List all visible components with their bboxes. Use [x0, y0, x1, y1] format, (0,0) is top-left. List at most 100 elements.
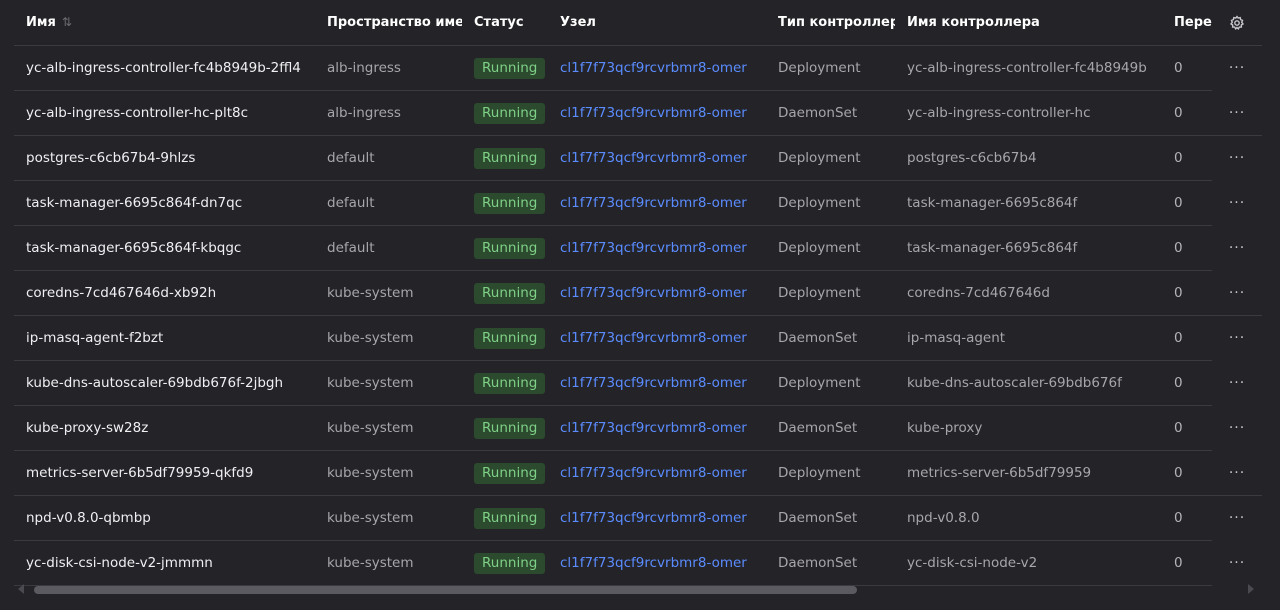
cell-restarts: 0: [1162, 540, 1212, 586]
cell-controller-name: ip-masq-agent: [895, 315, 1162, 361]
cell-controller-name: kube-proxy: [895, 405, 1162, 451]
table-header-row: Имя ⇅ Пространство имен Статус Узел Тип к…: [14, 0, 1212, 46]
cell-node[interactable]: cl1f7f73qcf9rcvrbmr8-omer: [548, 540, 766, 586]
cell-status: Running: [462, 180, 548, 226]
cell-node[interactable]: cl1f7f73qcf9rcvrbmr8-omer: [548, 315, 766, 361]
column-header-name-label: Имя: [26, 15, 56, 30]
more-horizontal-icon[interactable]: ···: [1212, 496, 1262, 541]
status-badge: Running: [474, 327, 546, 349]
cell-name: kube-proxy-sw28z: [14, 405, 315, 451]
status-badge: Running: [474, 462, 546, 484]
column-header-status[interactable]: Статус: [462, 0, 548, 46]
more-horizontal-icon[interactable]: ···: [1212, 181, 1262, 226]
status-badge: Running: [474, 417, 546, 439]
status-badge: Running: [474, 507, 546, 529]
cell-node[interactable]: cl1f7f73qcf9rcvrbmr8-omer: [548, 180, 766, 226]
column-header-status-label: Статус: [474, 15, 524, 30]
status-badge: Running: [474, 372, 546, 394]
cell-node[interactable]: cl1f7f73qcf9rcvrbmr8-omer: [548, 405, 766, 451]
table-row[interactable]: kube-dns-autoscaler-69bdb676f-2jbgh kube-…: [14, 360, 1212, 406]
cell-restarts: 0: [1162, 360, 1212, 406]
status-badge: Running: [474, 237, 546, 259]
cell-node[interactable]: cl1f7f73qcf9rcvrbmr8-omer: [548, 360, 766, 406]
more-horizontal-icon[interactable]: ···: [1212, 136, 1262, 181]
cell-node[interactable]: cl1f7f73qcf9rcvrbmr8-omer: [548, 495, 766, 541]
table-row[interactable]: ip-masq-agent-f2bzt kube-system Running cl1…: [14, 315, 1212, 361]
table-row[interactable]: postgres-c6cb67b4-9hlzs default Running cl1…: [14, 135, 1212, 181]
table-row[interactable]: metrics-server-6b5df79959-qkfd9 kube-syst…: [14, 450, 1212, 496]
cell-controller-type: DaemonSet: [766, 540, 895, 586]
horizontal-scrollbar[interactable]: [14, 580, 1262, 600]
table-row[interactable]: task-manager-6695c864f-kbqgc default Runni…: [14, 225, 1212, 271]
scrollbar-thumb[interactable]: [34, 586, 857, 594]
cell-controller-name: task-manager-6695c864f: [895, 180, 1162, 226]
more-horizontal-icon[interactable]: ···: [1212, 451, 1262, 496]
cell-name: yc-alb-ingress-controller-fc4b8949b-2ffl…: [14, 45, 315, 91]
cell-status: Running: [462, 540, 548, 586]
pods-table: Имя ⇅ Пространство имен Статус Узел Тип к…: [14, 0, 1212, 586]
column-header-namespace[interactable]: Пространство имен: [315, 0, 462, 46]
cell-controller-type: DaemonSet: [766, 495, 895, 541]
cell-controller-name: yc-alb-ingress-controller-fc4b8949b: [895, 45, 1162, 91]
cell-status: Running: [462, 360, 548, 406]
cell-controller-name: npd-v0.8.0: [895, 495, 1162, 541]
column-header-controller-name[interactable]: Имя контроллера: [895, 0, 1162, 46]
cell-name: npd-v0.8.0-qbmbp: [14, 495, 315, 541]
cell-controller-type: DaemonSet: [766, 315, 895, 361]
column-header-node[interactable]: Узел: [548, 0, 766, 46]
cell-node[interactable]: cl1f7f73qcf9rcvrbmr8-omer: [548, 90, 766, 136]
cell-node[interactable]: cl1f7f73qcf9rcvrbmr8-omer: [548, 450, 766, 496]
cell-controller-name: kube-dns-autoscaler-69bdb676f: [895, 360, 1162, 406]
more-horizontal-icon[interactable]: ···: [1212, 46, 1262, 91]
table-row[interactable]: yc-disk-csi-node-v2-jmmmn kube-system Runn…: [14, 540, 1212, 586]
column-header-controller-type[interactable]: Тип контроллера: [766, 0, 895, 46]
cell-name: coredns-7cd467646d-xb92h: [14, 270, 315, 316]
table-row[interactable]: task-manager-6695c864f-dn7qc default Runni…: [14, 180, 1212, 226]
cell-node[interactable]: cl1f7f73qcf9rcvrbmr8-omer: [548, 270, 766, 316]
cell-status: Running: [462, 405, 548, 451]
table-row[interactable]: npd-v0.8.0-qbmbp kube-system Running cl1f7f…: [14, 495, 1212, 541]
cell-restarts: 0: [1162, 225, 1212, 271]
cell-status: Running: [462, 90, 548, 136]
cell-node[interactable]: cl1f7f73qcf9rcvrbmr8-omer: [548, 45, 766, 91]
scroll-left-arrow-icon[interactable]: [18, 584, 24, 594]
cell-namespace: kube-system: [315, 405, 462, 451]
status-badge: Running: [474, 147, 546, 169]
table-row[interactable]: yc-alb-ingress-controller-fc4b8949b-2ffl…: [14, 45, 1212, 91]
cell-restarts: 0: [1162, 45, 1212, 91]
cell-restarts: 0: [1162, 450, 1212, 496]
cell-controller-type: Deployment: [766, 225, 895, 271]
gear-icon[interactable]: [1212, 0, 1262, 46]
sort-arrows-icon[interactable]: ⇅: [62, 15, 72, 29]
cell-name: metrics-server-6b5df79959-qkfd9: [14, 450, 315, 496]
table-row[interactable]: coredns-7cd467646d-xb92h kube-system Runni…: [14, 270, 1212, 316]
status-badge: Running: [474, 102, 546, 124]
cell-status: Running: [462, 45, 548, 91]
cell-node[interactable]: cl1f7f73qcf9rcvrbmr8-omer: [548, 225, 766, 271]
column-header-controller-type-label: Тип контроллера: [778, 15, 895, 30]
cell-name: yc-alb-ingress-controller-hc-plt8c: [14, 90, 315, 136]
cell-controller-name: yc-disk-csi-node-v2: [895, 540, 1162, 586]
pods-table-view: Имя ⇅ Пространство имен Статус Узел Тип к…: [0, 0, 1280, 610]
cell-node[interactable]: cl1f7f73qcf9rcvrbmr8-omer: [548, 135, 766, 181]
column-header-namespace-label: Пространство имен: [327, 15, 462, 30]
column-header-restarts[interactable]: Пере:: [1162, 0, 1212, 46]
cell-restarts: 0: [1162, 315, 1212, 361]
more-horizontal-icon[interactable]: ···: [1212, 361, 1262, 406]
more-horizontal-icon[interactable]: ···: [1212, 316, 1262, 361]
table-row[interactable]: kube-proxy-sw28z kube-system Running cl1f7f…: [14, 405, 1212, 451]
cell-controller-name: task-manager-6695c864f: [895, 225, 1162, 271]
more-horizontal-icon[interactable]: ···: [1212, 91, 1262, 136]
cell-status: Running: [462, 225, 548, 271]
scroll-right-arrow-icon[interactable]: [1248, 584, 1254, 594]
column-header-name[interactable]: Имя ⇅: [14, 0, 315, 46]
status-badge: Running: [474, 552, 546, 574]
cell-name: kube-dns-autoscaler-69bdb676f-2jbgh: [14, 360, 315, 406]
more-horizontal-icon[interactable]: ···: [1212, 226, 1262, 271]
cell-restarts: 0: [1162, 135, 1212, 181]
column-header-controller-name-label: Имя контроллера: [907, 15, 1040, 30]
more-horizontal-icon[interactable]: ···: [1212, 406, 1262, 451]
more-horizontal-icon[interactable]: ···: [1212, 271, 1262, 316]
cell-namespace: kube-system: [315, 315, 462, 361]
table-row[interactable]: yc-alb-ingress-controller-hc-plt8c alb-in…: [14, 90, 1212, 136]
